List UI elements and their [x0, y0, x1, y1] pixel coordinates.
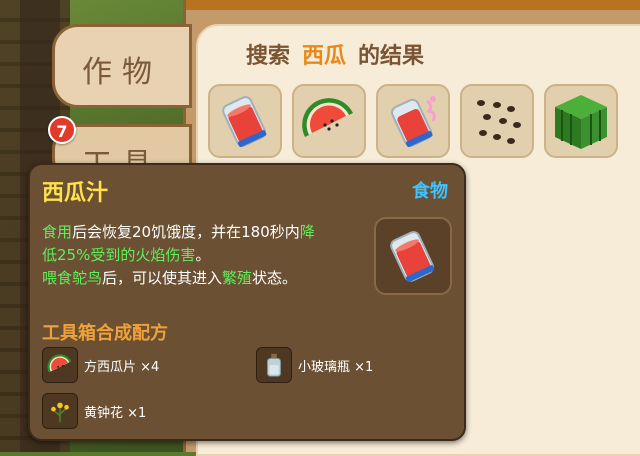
watermelon-seeds-icon	[477, 100, 521, 144]
item-description: 食用后会恢复20饥饿度，并在180秒内降 低25%受到的火焰伤害。 喂食鸵鸟后，…	[42, 221, 368, 290]
tab-crops[interactable]: 作物	[52, 24, 192, 108]
watermelon-juice-splash-icon	[391, 96, 436, 148]
watermelon-juice-icon	[390, 231, 435, 283]
ingredient-icon-slot	[42, 393, 78, 429]
desc-text-3: 后，可以使其进入	[102, 269, 223, 287]
desc-highlight-breed: 繁殖	[222, 269, 253, 287]
watermelon-slice-icon	[47, 354, 72, 373]
desc-text-1: 后会恢复20饥饿度，并在180秒内	[72, 223, 300, 241]
ingredient-icon-slot	[256, 347, 292, 383]
desc-text-4: 状态。	[252, 269, 298, 287]
search-suffix: 的结果	[358, 44, 425, 69]
result-slot-watermelon-slice[interactable]	[292, 84, 366, 158]
item-category: 食物	[412, 181, 448, 202]
result-slot-watermelon-seeds[interactable]	[460, 84, 534, 158]
watermelon-block-icon	[555, 95, 607, 149]
watermelon-juice-icon	[222, 96, 267, 148]
ingredient-label: 黄钟花 ×1	[84, 406, 147, 421]
ingredient-glass-bottle[interactable]: 小玻璃瓶 ×1	[256, 347, 456, 383]
search-keyword: 西瓜	[302, 44, 347, 69]
glass-bottle-icon	[267, 353, 281, 377]
ingredient-label: 小玻璃瓶 ×1	[298, 360, 374, 375]
watermelon-slice-icon	[302, 98, 353, 137]
search-result-heading: 搜索 西瓜 的结果	[246, 38, 424, 70]
panel-top-bar	[186, 0, 640, 10]
tools-count-badge: 7	[48, 116, 76, 144]
result-slot-watermelon-juice-splash[interactable]	[376, 84, 450, 158]
item-tooltip: 西瓜汁 食物 食用后会恢复20饥饿度，并在180秒内降 低25%受到的火焰伤害。…	[28, 163, 466, 441]
ingredient-watermelon-slice[interactable]: 方西瓜片 ×4	[42, 347, 242, 383]
search-prefix: 搜索	[246, 44, 291, 69]
result-slot-watermelon-block[interactable]	[544, 84, 618, 158]
result-slot-watermelon-juice[interactable]	[208, 84, 282, 158]
item-preview-slot	[374, 217, 452, 295]
desc-text-2: 。	[195, 246, 211, 264]
ingredient-label: 方西瓜片 ×4	[84, 360, 160, 375]
desc-highlight-reduce-2: 低25%受到的火焰伤害	[42, 246, 196, 264]
desc-highlight-feed-ostrich: 喂食鸵鸟	[42, 269, 103, 287]
desc-highlight-eat: 食用	[42, 223, 73, 241]
desc-highlight-reduce-1: 降	[299, 223, 315, 241]
yellow-flower-icon	[51, 402, 69, 423]
ingredient-yellow-flower[interactable]: 黄钟花 ×1	[42, 393, 242, 429]
ingredient-icon-slot	[42, 347, 78, 383]
tab-crops-label: 作物	[82, 55, 162, 90]
recipe-title: 工具箱合成配方	[42, 323, 168, 344]
item-name: 西瓜汁	[42, 181, 109, 206]
